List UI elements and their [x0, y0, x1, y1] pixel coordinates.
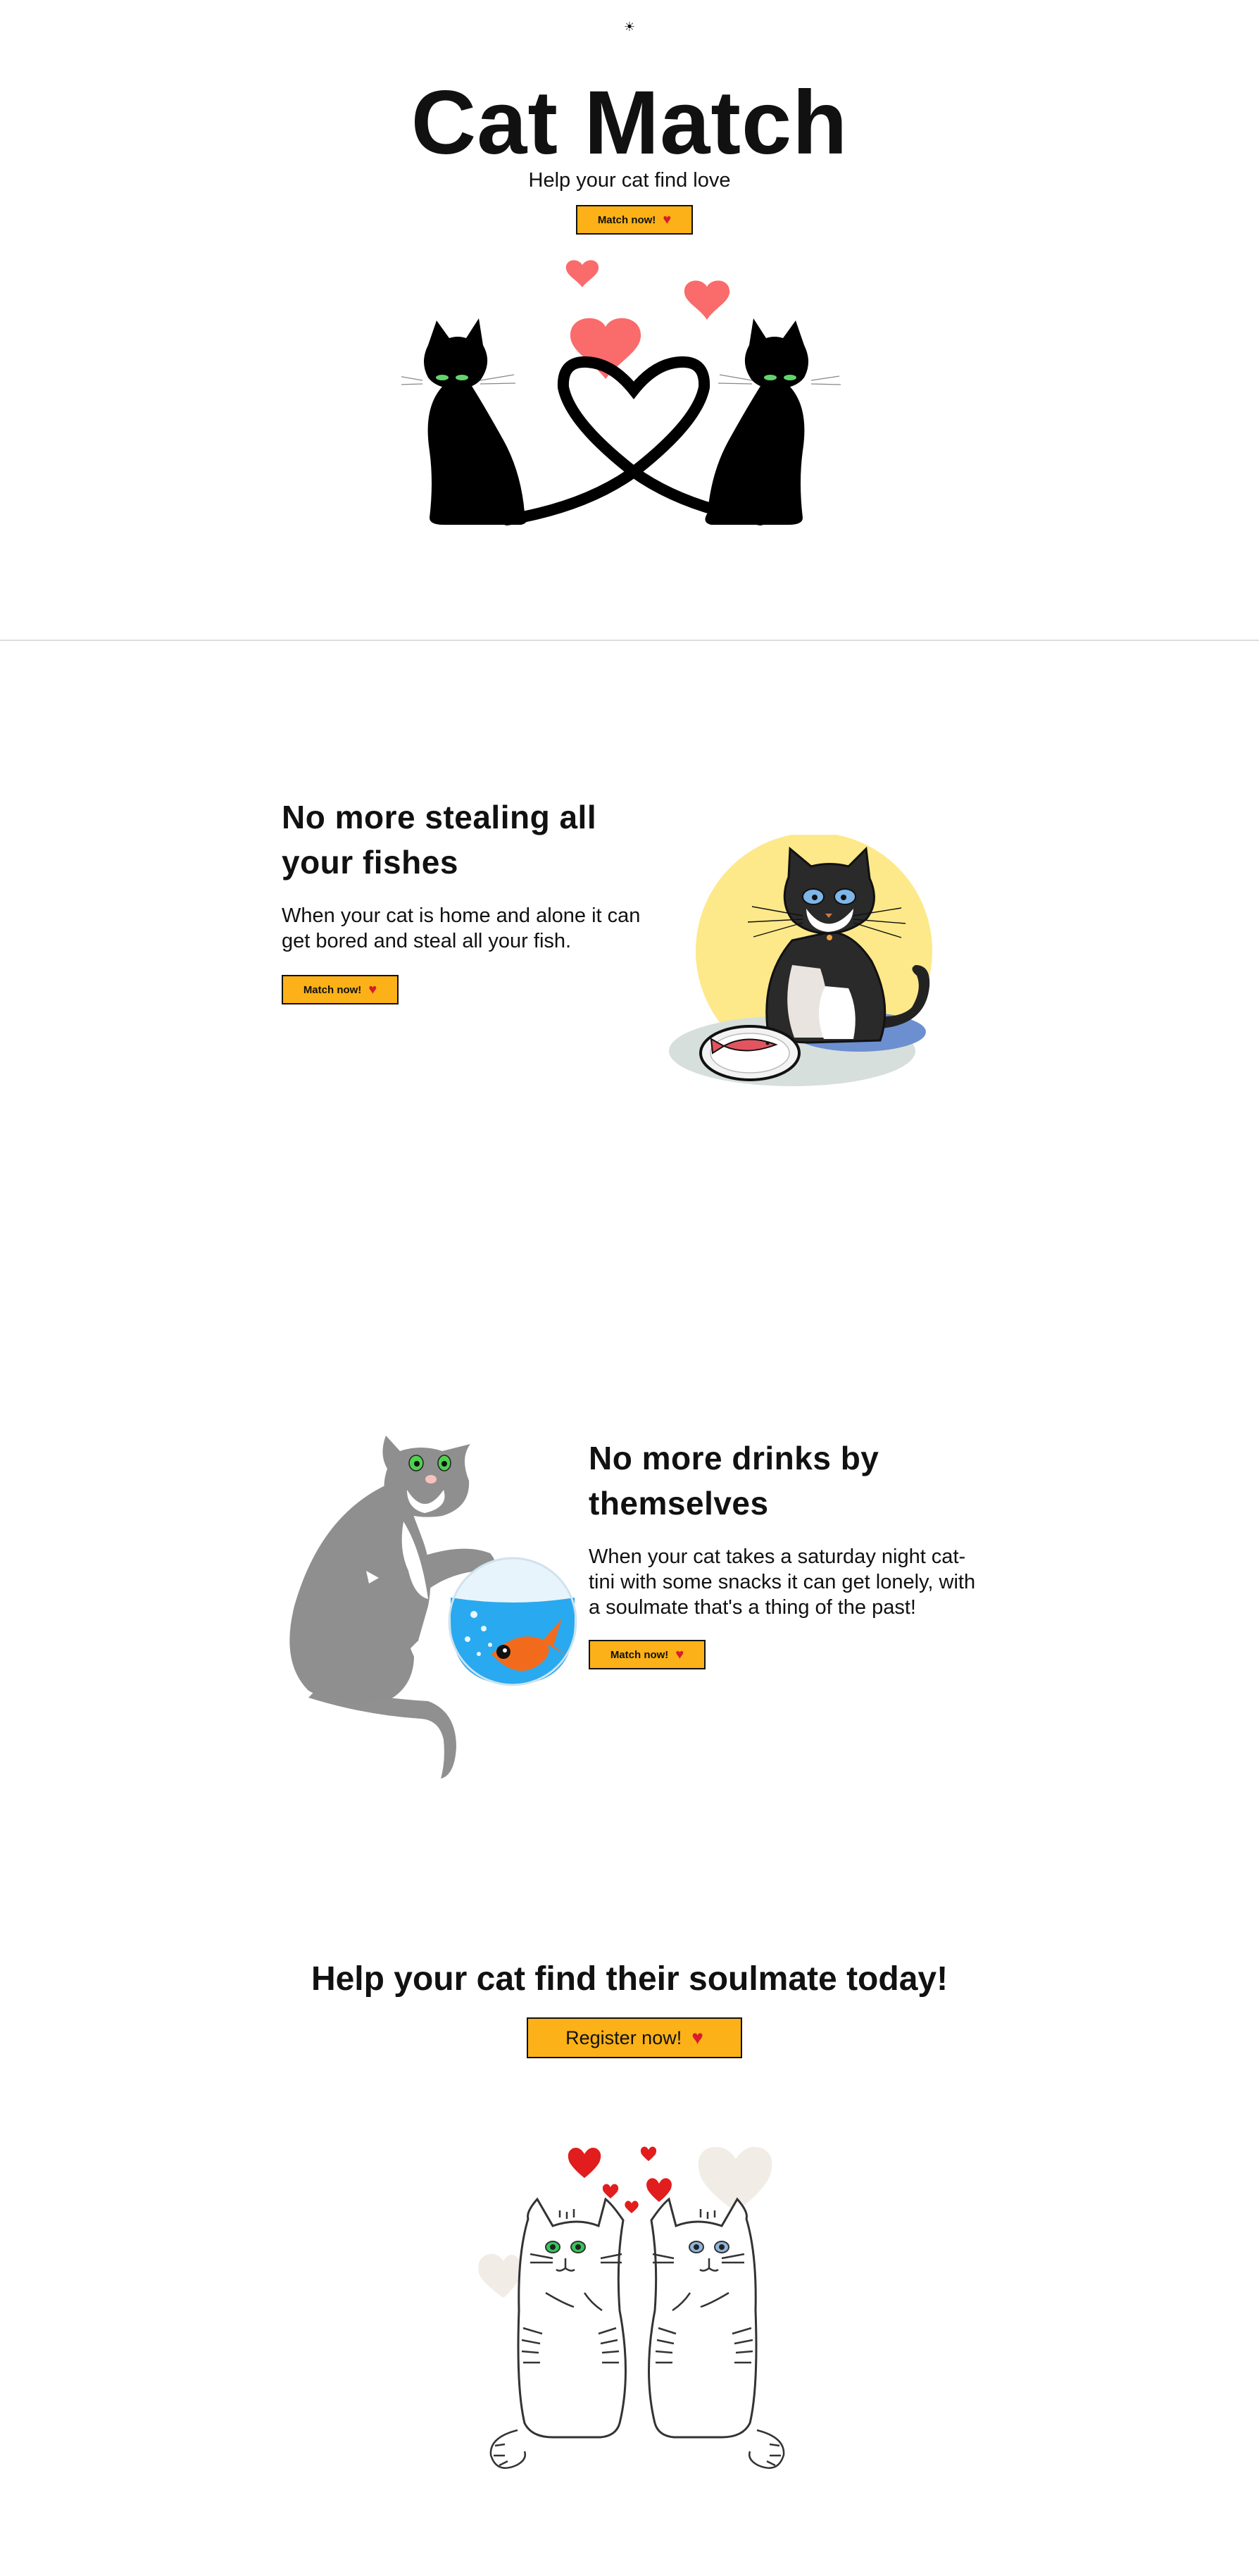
heart-icon: ♥ — [368, 981, 377, 997]
section-drinks-title: No more drinks by themselves — [589, 1440, 879, 1522]
hero-match-button-label: Match now! — [597, 213, 656, 226]
right-black-cat — [705, 318, 808, 525]
heart-icon: ♥ — [675, 1646, 684, 1662]
cat-with-fish-illustration — [669, 835, 932, 1086]
hero-heart-medium — [684, 280, 730, 320]
section-fish-title: No more stealing all your fishes — [282, 799, 597, 881]
page-title: Cat Match — [411, 73, 848, 173]
cta-title: Help your cat find their soulmate today! — [311, 1960, 948, 1998]
right-tabby-cat — [648, 2197, 758, 2439]
register-button[interactable]: Register now! ♥ — [527, 2017, 742, 2058]
cat-with-fishbowl-illustration — [289, 1436, 577, 1779]
theme-toggle-icon[interactable]: ☀ — [622, 20, 637, 34]
section-drinks-match-button[interactable]: Match now! ♥ — [589, 1640, 706, 1669]
red-hearts — [568, 2146, 672, 2213]
divider — [0, 640, 1259, 641]
heart-icon: ♥ — [663, 211, 672, 228]
section-fish-text: When your cat is home and alone it can g… — [282, 904, 641, 952]
register-button-label: Register now! — [565, 2027, 682, 2048]
hero-match-button[interactable]: Match now! ♥ — [576, 205, 693, 235]
cats-in-love-illustration — [478, 2146, 785, 2469]
hero-cats-illustration — [401, 260, 841, 525]
heart-icon: ♥ — [691, 2027, 703, 2048]
section-fish-match-button-label: Match now! — [303, 983, 362, 996]
hero-heart-small — [565, 260, 599, 287]
section-drinks-match-button-label: Match now! — [610, 1648, 669, 1661]
section-fish-match-button[interactable]: Match now! ♥ — [282, 975, 399, 1004]
section-drinks-text: When your cat takes a saturday night cat… — [589, 1545, 976, 1619]
left-tabby-cat — [517, 2197, 627, 2439]
left-black-cat — [424, 318, 527, 525]
hero-subtitle: Help your cat find love — [528, 169, 731, 192]
